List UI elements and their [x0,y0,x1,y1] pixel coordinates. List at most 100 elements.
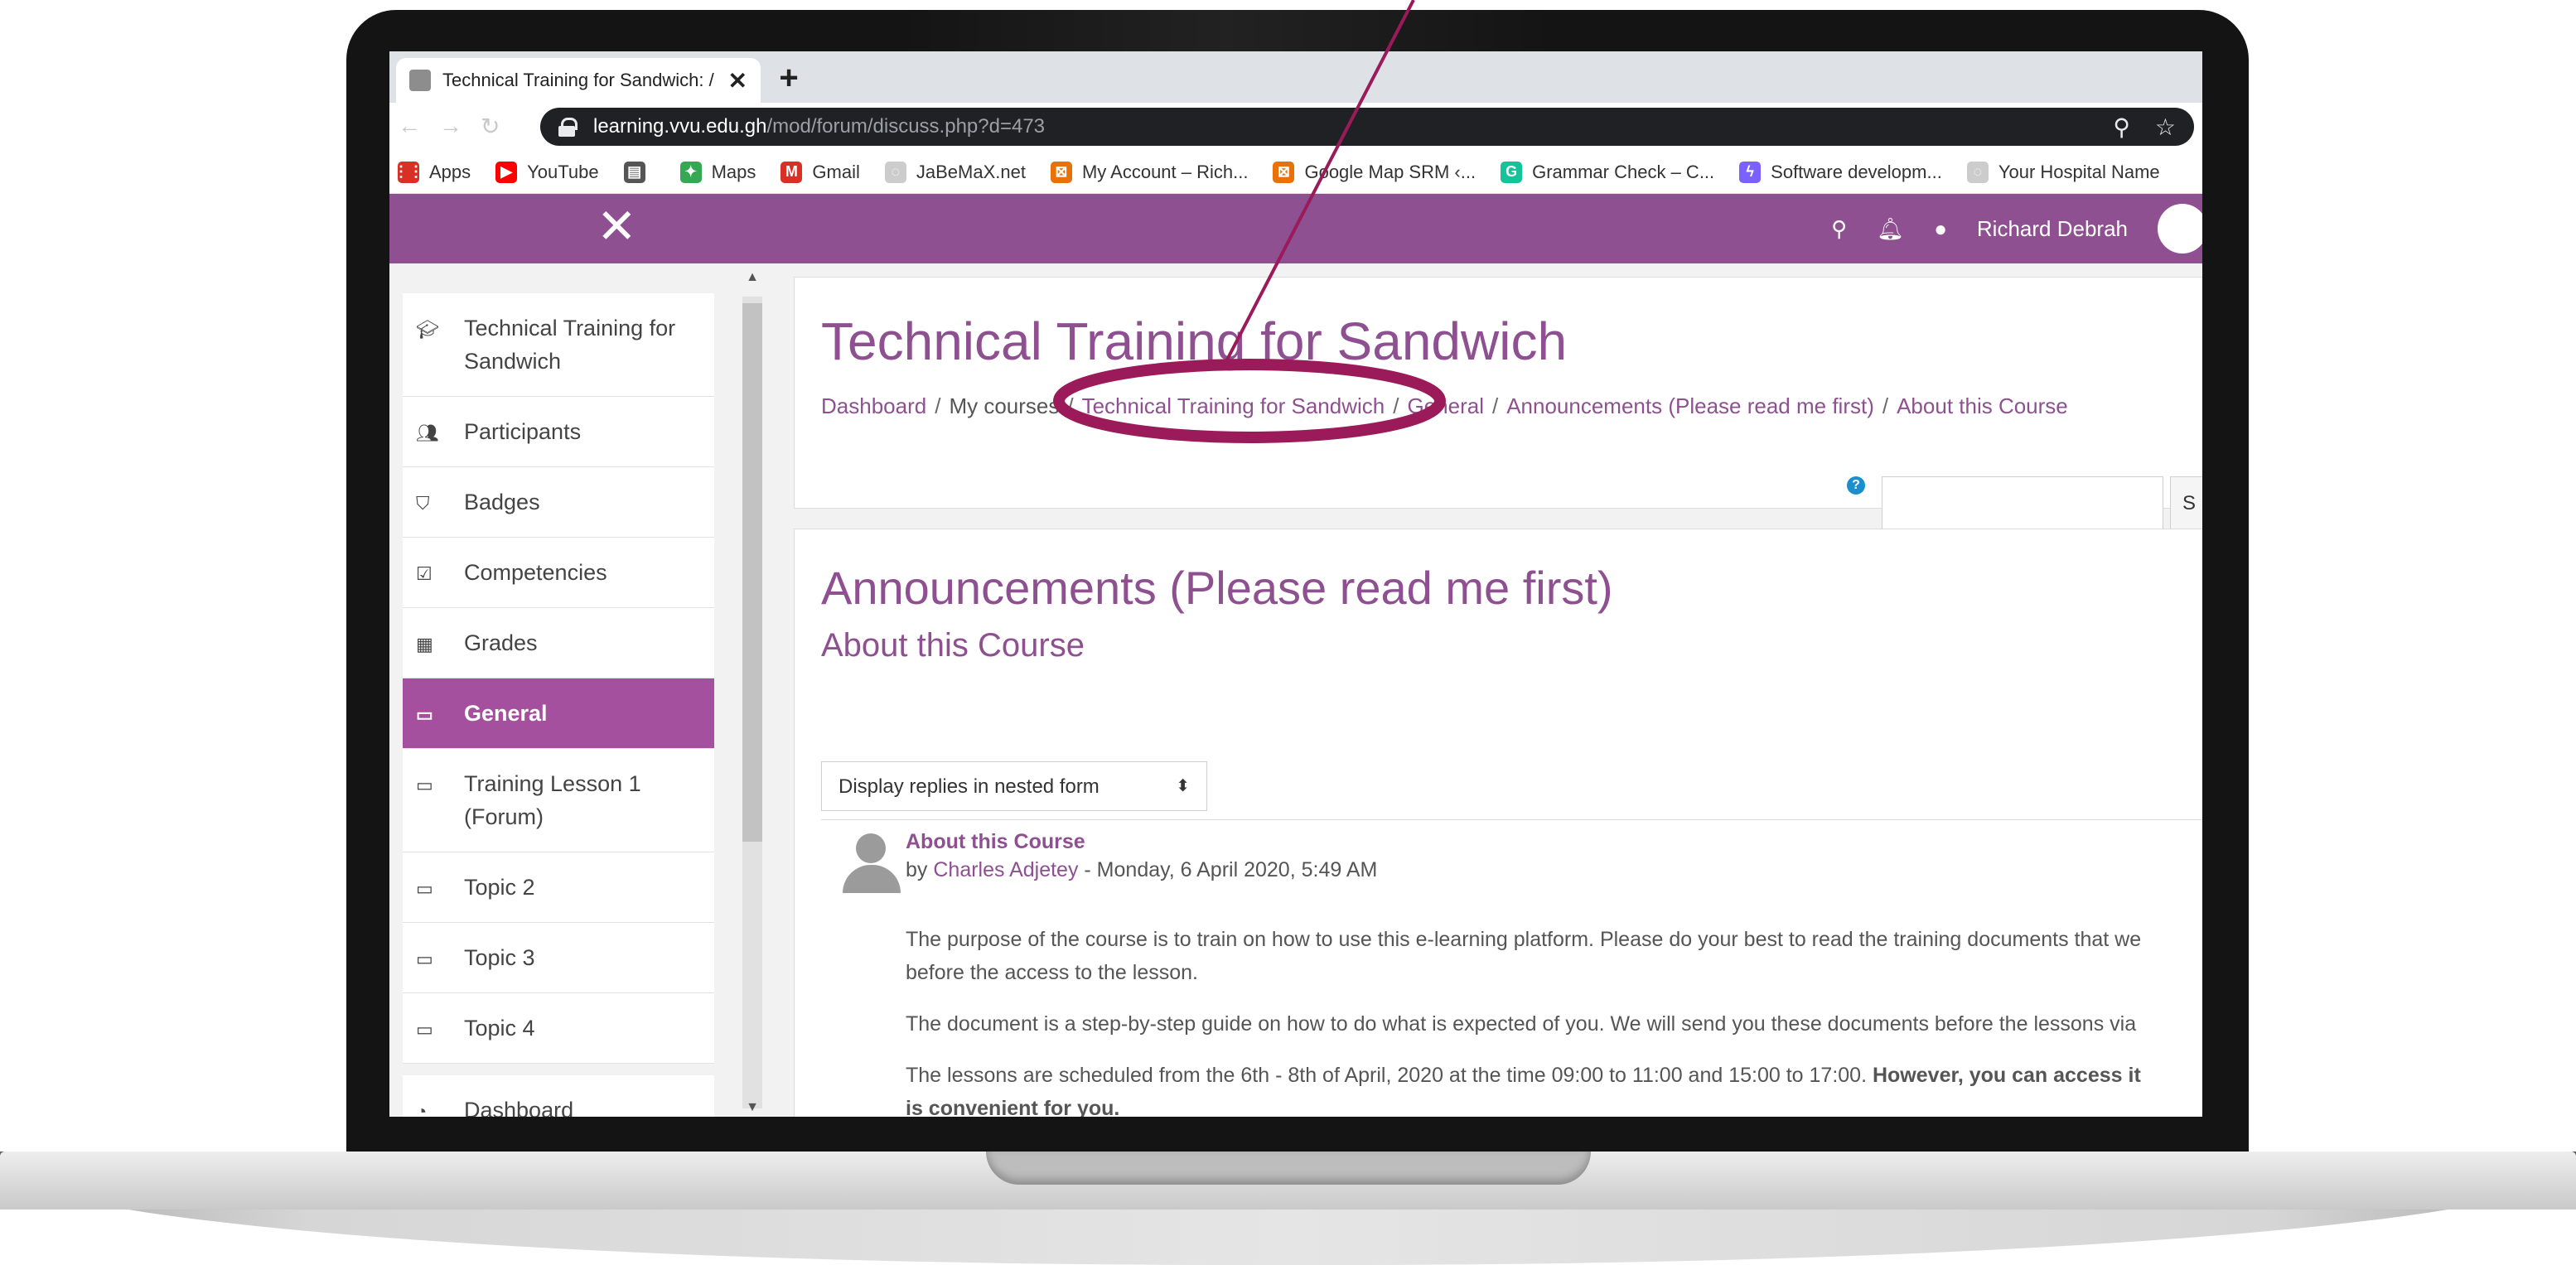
bookmarks-bar: ⋮⋮ Apps ▶ YouTube ▤ ✦ Maps M Gmail ◌ JaBeMaX.net ⊠ M… [389,151,2202,194]
address-bar[interactable]: learning.vvu.edu.gh /mod/forum/discuss.p… [540,108,2194,146]
drawer-item-general[interactable]: ▭ General [403,678,714,749]
drawer-item-label: General [464,701,548,726]
bookmark-item[interactable]: ⊠ Google Map SRM ‹... [1273,161,1476,183]
bookmark-item[interactable]: ◌ JaBeMaX.net [884,161,1026,183]
post-body: The purpose of the course is to train on… [906,923,2202,1117]
laptop-mockup: Technical Training for Sandwich: / ✕ + ←… [0,0,2576,1265]
drawer-item-technical-training-for-sandwich[interactable]: 🎓︎ Technical Training for Sandwich [403,293,714,397]
forum-search-button[interactable]: S [2170,476,2202,529]
display-mode-select[interactable]: Display replies in nested form ⬍ [821,761,1207,811]
bookmark-label: My Account – Rich... [1081,161,1249,182]
site-navbar: ✕ ⚲ 🔔︎ ● Richard Debrah [389,194,2202,263]
breadcrumb-separator: / [935,394,941,418]
drawer-item-participants[interactable]: 👥︎ Participants [403,397,714,467]
drawer-item-label: Grades [464,630,538,655]
bookmark-label: Apps [429,161,471,182]
help-icon[interactable]: ? [1847,476,1865,495]
author-avatar[interactable] [839,833,901,893]
bookmark-item[interactable]: ⋮⋮ Apps [394,161,471,183]
user-avatar[interactable] [2158,204,2202,253]
forum-search-input[interactable] [1882,476,2163,529]
post-paragraph: The purpose of the course is to train on… [906,928,2142,984]
breadcrumb-link[interactable]: Dashboard [821,394,926,418]
chat-bubble-icon[interactable]: ● [1934,216,1947,242]
display-mode-value: Display replies in nested form [839,775,1100,798]
drawer-item-label: Badges [464,490,540,514]
post-subject: About this Course [906,830,1085,853]
breadcrumb-link[interactable]: Technical Training for Sandwich [1082,394,1385,418]
breadcrumb-separator: / [1491,394,1499,418]
main-region: Technical Training for Sandwich Dashboar… [784,263,2202,1117]
course-title: Technical Training for Sandwich [821,311,1568,371]
folder-icon: ▭ [416,949,433,969]
scroll-up-arrow-icon[interactable]: ▲ [742,270,762,285]
bookmark-site-icon: ▤ [623,161,645,183]
drawer-item-topic-2[interactable]: ▭ Topic 2 [403,852,714,923]
office-icon: ⊠ [1273,161,1295,183]
star-bookmark-icon[interactable]: ☆ [2155,113,2176,141]
new-tab-button[interactable]: + [771,61,807,98]
drawer-item-topic-4[interactable]: ▭ Topic 4 [403,993,714,1064]
drawer-item-training-lesson-1-forum[interactable]: ▭ Training Lesson 1 (Forum) [403,749,714,852]
nav-buttons: ← → ↻ [398,113,500,140]
back-icon[interactable]: ← [398,113,421,140]
bell-icon[interactable]: 🔔︎ [1877,216,1904,242]
breadcrumb-link[interactable]: Announcements (Please read me first) [1506,394,1874,418]
site-favicon-icon [409,70,431,91]
bookmark-item[interactable]: M Gmail [781,161,860,183]
bookmark-label: Google Map SRM ‹... [1304,161,1476,182]
breadcrumb-link[interactable]: My courses [949,394,1059,418]
table-icon: ▦ [416,634,433,654]
folder-icon: ▭ [416,1019,433,1040]
graduation-cap-icon: 🎓︎ [416,319,439,340]
post-byline: by Charles Adjetey - Monday, 6 April 202… [906,858,1377,882]
drawer-item-label: Topic 2 [464,875,535,900]
user-name[interactable]: Richard Debrah [1977,216,2128,242]
bookmark-item[interactable]: ◌ Your Hospital Name [1966,161,2160,183]
zoom-icon[interactable]: ⚲ [2113,113,2130,141]
folder-icon: ▭ [416,878,433,899]
breadcrumb-link[interactable]: About this Course [1897,394,2068,418]
navbar-user-area: ⚲ 🔔︎ ● Richard Debrah [1831,194,2202,263]
drawer-item-label: Competencies [464,560,607,585]
breadcrumb-link[interactable]: General [1407,394,1484,418]
bookmark-item[interactable]: G Grammar Check – C... [1501,161,1714,183]
breadcrumb-separator: / [1882,394,1889,418]
forward-icon[interactable]: → [439,113,462,140]
page-header-card: Technical Training for Sandwich Dashboar… [794,277,2202,529]
post-paragraph: The document is a step-by-step guide on … [906,1012,2137,1036]
browser-tab[interactable]: Technical Training for Sandwich: / ✕ [396,58,761,103]
drawer-item-dashboard[interactable]: ◔ Dashboard [403,1075,714,1117]
globe-icon: ◌ [884,161,906,183]
drawer-item-grades[interactable]: ▦ Grades [403,608,714,678]
bookmark-item[interactable]: ▤ [623,161,655,183]
drawer-item-badges[interactable]: ⛉ Badges [403,467,714,538]
reload-icon[interactable]: ↻ [481,113,500,140]
folder-icon: ▭ [416,704,433,725]
scroll-down-arrow-icon[interactable]: ▼ [742,1100,762,1115]
bookmark-item[interactable]: ϟ Software developm... [1739,161,1942,183]
breadcrumb-separator: / [1067,394,1074,418]
users-icon: 👥︎ [416,422,439,443]
drawer-nav-list: 🎓︎ Technical Training for Sandwich 👥︎ Parti… [403,293,714,1117]
close-tab-icon[interactable]: ✕ [728,67,747,94]
search-icon[interactable]: ⚲ [1831,216,1847,242]
omnibox-actions: ⚲ ☆ [2113,113,2176,141]
close-drawer-icon[interactable]: ✕ [597,200,637,253]
drawer-scrollbar-thumb[interactable] [742,303,762,842]
nav-drawer: 🎓︎ Technical Training for Sandwich 👥︎ Parti… [389,263,784,1117]
post-paragraph: The lessons are scheduled from the 6th -… [906,1064,2141,1117]
forum-post: About this Course by Charles Adjetey - M… [821,819,2202,1117]
bookmark-item[interactable]: ▶ YouTube [495,161,599,183]
bookmark-item[interactable]: ✦ Maps [679,161,756,183]
drawer-item-competencies[interactable]: ☑ Competencies [403,538,714,608]
discussion-title: About this Course [821,627,1085,664]
post-author-link[interactable]: Charles Adjetey [933,858,1078,881]
post-date: - Monday, 6 April 2020, 5:49 AM [1078,858,1378,881]
laptop-notch [986,1152,1591,1185]
drawer-item-topic-3[interactable]: ▭ Topic 3 [403,923,714,993]
drawer-item-label: Dashboard [464,1098,574,1117]
tab-title: Technical Training for Sandwich: / [442,70,714,90]
bookmark-item[interactable]: ⊠ My Account – Rich... [1050,161,1249,183]
forum-discussion-card: Announcements (Please read me first) Abo… [794,529,2202,1117]
